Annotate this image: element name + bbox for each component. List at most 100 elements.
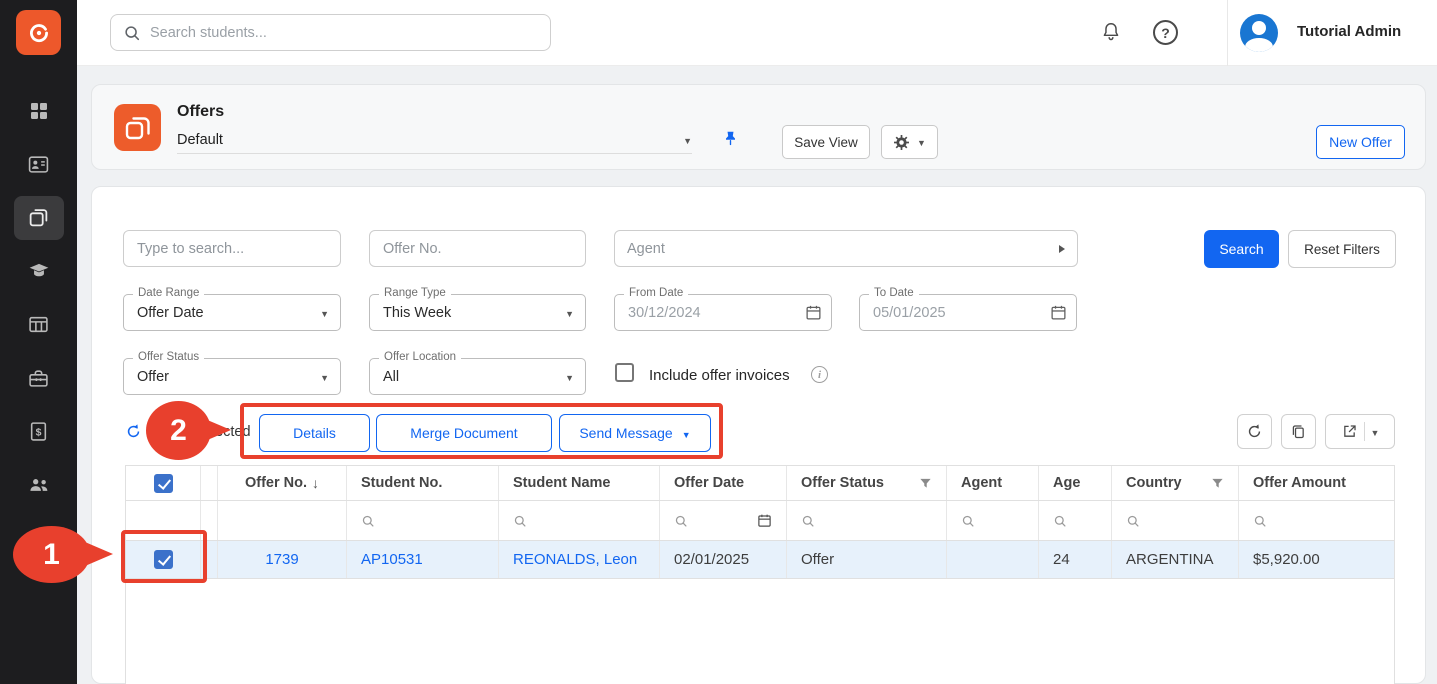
column-header-country[interactable]: Country (1112, 466, 1239, 500)
view-select-value: Default (177, 132, 223, 148)
range-type-select[interactable]: Range Type This Week (369, 294, 586, 331)
view-select[interactable]: Default (177, 127, 692, 154)
reset-filters-button[interactable]: Reset Filters (1288, 230, 1396, 268)
bell-icon (1100, 21, 1122, 43)
view-settings-button[interactable] (881, 125, 938, 159)
export-button[interactable] (1325, 414, 1395, 449)
text-search-input[interactable] (123, 230, 341, 267)
offer-status-select[interactable]: Offer Status Offer (123, 358, 341, 395)
save-view-button[interactable]: Save View (782, 125, 870, 159)
clear-selection-icon[interactable] (125, 423, 142, 445)
refresh-grid-button[interactable] (1237, 414, 1272, 449)
offer-amount-cell: $5,920.00 (1239, 541, 1396, 578)
column-header-student-no[interactable]: Student No. (347, 466, 499, 500)
chevron-down-icon (320, 368, 329, 386)
gear-icon (893, 134, 910, 151)
chevron-right-icon (1059, 245, 1065, 253)
column-header-age[interactable]: Age (1039, 466, 1112, 500)
chevron-down-icon (917, 133, 926, 151)
grid-filter-row (126, 501, 1394, 541)
pin-view-button[interactable] (722, 130, 739, 152)
agents-people-icon (28, 474, 50, 496)
from-date-field[interactable]: From Date 30/12/2024 (614, 294, 832, 331)
calendar-icon[interactable] (757, 513, 772, 528)
annotation-step-2: 2 (146, 401, 211, 460)
column-header-agent[interactable]: Agent (947, 466, 1039, 500)
filter-cell-offer-status[interactable] (787, 501, 947, 540)
offer-no-link[interactable]: 1739 (265, 551, 298, 568)
new-offer-button[interactable]: New Offer (1316, 125, 1405, 159)
calendar-icon[interactable] (805, 304, 822, 326)
user-name: Tutorial Admin (1297, 23, 1401, 40)
search-icon (513, 514, 527, 528)
chevron-down-icon (565, 304, 574, 322)
search-icon (801, 514, 815, 528)
grid-empty-area (126, 579, 1394, 684)
sidebar-item-invoices[interactable]: $ (0, 405, 77, 459)
topbar-divider (1227, 0, 1228, 66)
search-icon (123, 24, 141, 42)
offers-module-icon (114, 104, 161, 151)
from-date-value: 30/12/2024 (628, 295, 701, 330)
search-button[interactable]: Search (1204, 230, 1279, 268)
range-type-value: This Week (383, 295, 451, 330)
column-header-offer-status[interactable]: Offer Status (787, 466, 947, 500)
app-logo[interactable] (16, 10, 61, 55)
sidebar-item-toolbox[interactable] (0, 352, 77, 406)
column-header-offer-no[interactable]: Offer No. (218, 466, 347, 500)
annotation-box-checkbox (121, 530, 207, 583)
agent-input[interactable] (627, 241, 1059, 257)
global-search-input[interactable] (150, 25, 538, 41)
filter-cell-student-no[interactable] (347, 501, 499, 540)
sidebar-item-courses[interactable] (0, 245, 77, 299)
to-date-field[interactable]: To Date 05/01/2025 (859, 294, 1077, 331)
info-icon[interactable]: i (811, 366, 828, 383)
offers-grid: Offer No. Student No. Student Name Offer… (125, 465, 1395, 684)
filter-cell-country[interactable] (1112, 501, 1239, 540)
include-invoices-checkbox[interactable] (615, 363, 634, 382)
offer-location-select[interactable]: Offer Location All (369, 358, 586, 395)
column-header-offer-amount[interactable]: Offer Amount (1239, 466, 1396, 500)
column-header-student-name[interactable]: Student Name (499, 466, 660, 500)
dashboard-grid-icon (29, 101, 49, 121)
help-button[interactable]: ? (1153, 20, 1178, 45)
user-avatar[interactable] (1240, 14, 1278, 52)
duplicate-button[interactable] (1281, 414, 1316, 449)
filter-cell-offer-date[interactable] (660, 501, 787, 540)
annotation-arrow-2 (205, 419, 231, 441)
student-profile-icon (28, 154, 49, 175)
student-no-link[interactable]: AP10531 (361, 551, 423, 568)
offer-location-value: All (383, 359, 399, 394)
sidebar-item-timetable[interactable] (0, 298, 77, 352)
offer-status-cell: Offer (787, 541, 947, 578)
filter-cell-agent[interactable] (947, 501, 1039, 540)
agent-select[interactable] (614, 230, 1078, 267)
student-name-link[interactable]: REONALDS, Leon (513, 551, 637, 568)
date-range-select[interactable]: Date Range Offer Date (123, 294, 341, 331)
country-cell: ARGENTINA (1112, 541, 1239, 578)
filter-funnel-icon[interactable] (1211, 477, 1224, 490)
svg-text:$: $ (36, 427, 42, 439)
filter-funnel-icon[interactable] (919, 477, 932, 490)
toolbox-icon (28, 368, 49, 389)
chevron-down-icon (565, 368, 574, 386)
global-search (110, 14, 551, 51)
notifications-button[interactable] (1100, 21, 1122, 48)
date-range-value: Offer Date (137, 295, 204, 330)
column-header-offer-date[interactable]: Offer Date (660, 466, 787, 500)
filter-cell-student-name[interactable] (499, 501, 660, 540)
chevron-down-icon (320, 304, 329, 322)
sidebar-item-offers[interactable] (0, 191, 77, 245)
filter-cell-age[interactable] (1039, 501, 1112, 540)
sidebar-item-agents[interactable] (0, 459, 77, 513)
search-icon (1253, 514, 1267, 528)
calendar-icon[interactable] (1050, 304, 1067, 326)
offer-no-input[interactable] (369, 230, 586, 267)
table-row[interactable]: 1739 AP10531 REONALDS, Leon 02/01/2025 O… (126, 541, 1394, 579)
sidebar-item-students[interactable] (0, 138, 77, 192)
agent-cell (947, 541, 1039, 578)
sort-desc-icon[interactable] (312, 475, 319, 492)
filter-cell-offer-amount[interactable] (1239, 501, 1396, 540)
select-all-checkbox[interactable] (154, 474, 173, 493)
sidebar-item-dashboard[interactable] (0, 84, 77, 138)
